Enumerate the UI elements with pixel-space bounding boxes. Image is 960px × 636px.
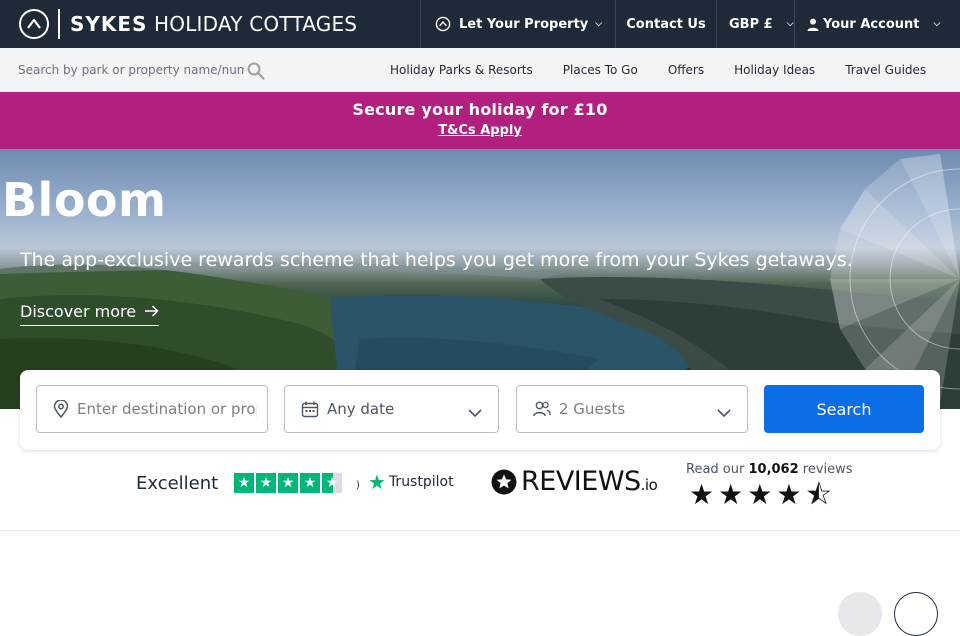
- trustpilot-stars[interactable]: ★ ★ ★ ★ ★: [234, 473, 344, 493]
- nav-contact-label: Contact Us: [626, 16, 706, 32]
- hero-title: Bloom: [2, 173, 167, 227]
- discover-more-link[interactable]: Discover more: [20, 302, 160, 326]
- reviews-strip: Excellent ★ ★ ★ ★ ★ ) ★ Trustpilot REVIE…: [0, 450, 960, 531]
- search-icon[interactable]: [247, 62, 265, 84]
- house-circle-icon: [435, 16, 451, 32]
- nav-let-your-property[interactable]: Let Your Property ⌵: [420, 0, 615, 48]
- guests-value: 2 Guests: [559, 400, 626, 418]
- half-star-icon: ⯪: [805, 478, 832, 511]
- trustpilot-rating-label: Excellent: [136, 473, 219, 494]
- currency-selector[interactable]: GBP £ ⌵: [716, 0, 794, 48]
- chevron-down-icon: ⌵: [933, 19, 941, 29]
- arrow-right-icon: [145, 302, 159, 321]
- reviewsio-wordmark: REVIEWS.io: [521, 466, 658, 497]
- chevron-down-icon: ⌵: [786, 19, 794, 29]
- trustpilot-logo-text: Trustpilot: [388, 474, 454, 490]
- subnav-travel-guides[interactable]: Travel Guides: [845, 63, 926, 77]
- carousel-prev-button[interactable]: [838, 592, 882, 636]
- search-button[interactable]: Search: [764, 385, 924, 433]
- category-links: Holiday Parks & Resorts Places To Go Off…: [390, 63, 926, 77]
- star-icon: ★: [747, 478, 773, 511]
- destination-field[interactable]: [36, 385, 268, 433]
- nav-your-account[interactable]: Your Account ⌵: [794, 0, 960, 48]
- trustpilot-star-icon: ★: [256, 473, 276, 493]
- hero-subtitle: The app-exclusive rewards scheme that he…: [20, 249, 853, 271]
- reviewsio-stars: ★ ★ ★ ★ ⯪: [689, 480, 836, 510]
- read-reviews-text[interactable]: Read our 10,062 reviews: [686, 462, 853, 477]
- trustpilot-separator: ): [356, 480, 360, 491]
- subnav-holiday-parks[interactable]: Holiday Parks & Resorts: [390, 63, 533, 77]
- users-icon: [533, 401, 551, 417]
- discover-more-label: Discover more: [20, 302, 137, 321]
- subnav-holiday-ideas[interactable]: Holiday Ideas: [734, 63, 815, 77]
- chevron-down-icon: ⌵: [595, 19, 603, 29]
- property-search-input[interactable]: [18, 62, 244, 77]
- promo-title: Secure your holiday for £10: [352, 100, 608, 119]
- brand-divider: [58, 9, 60, 39]
- brand-name: SYKES HOLIDAY COTTAGES: [70, 12, 358, 36]
- promo-terms-link[interactable]: T&Cs Apply: [438, 123, 522, 138]
- chevron-down-icon: [468, 403, 482, 422]
- promo-banner: Secure your holiday for £10 T&Cs Apply: [0, 92, 960, 149]
- top-navigation: SYKES HOLIDAY COTTAGES Let Your Property…: [0, 0, 960, 48]
- secondary-navigation: Holiday Parks & Resorts Places To Go Off…: [0, 48, 960, 92]
- nav-account-label: Your Account: [823, 16, 920, 32]
- holiday-search-panel: Any date 2 Guests Search: [20, 370, 940, 450]
- trustpilot-star-icon: ★: [300, 473, 320, 493]
- trustpilot-star-icon: ★: [278, 473, 298, 493]
- property-search: [0, 48, 270, 92]
- brand-logo[interactable]: SYKES HOLIDAY COTTAGES: [0, 0, 420, 48]
- trustpilot-logo[interactable]: ★ Trustpilot: [368, 472, 454, 492]
- reviewsio-logo[interactable]: REVIEWS.io: [491, 466, 658, 497]
- trustpilot-logo-star-icon: ★: [368, 470, 386, 494]
- date-field[interactable]: Any date: [284, 385, 499, 433]
- trustpilot-star-icon: ★: [234, 473, 254, 493]
- review-count: 10,062: [748, 462, 799, 477]
- star-icon: ★: [689, 478, 715, 511]
- guests-field[interactable]: 2 Guests: [516, 385, 748, 433]
- destination-input[interactable]: [77, 400, 257, 418]
- reviewsio-badge-icon: [491, 469, 517, 495]
- nav-contact-us[interactable]: Contact Us: [615, 0, 716, 48]
- nav-let-label: Let Your Property: [459, 16, 589, 32]
- compass-logo-icon: [19, 9, 49, 39]
- date-value: Any date: [327, 400, 395, 418]
- calendar-icon: [301, 401, 319, 418]
- user-icon: [807, 18, 819, 31]
- star-icon: ★: [718, 478, 744, 511]
- subnav-offers[interactable]: Offers: [668, 63, 704, 77]
- trustpilot-half-star-icon: ★: [322, 473, 342, 493]
- currency-label: GBP £: [729, 16, 773, 32]
- subnav-places-to-go[interactable]: Places To Go: [563, 63, 638, 77]
- map-pin-icon: [53, 400, 69, 418]
- chevron-down-icon: [717, 403, 731, 422]
- carousel-next-button[interactable]: [894, 592, 938, 636]
- star-icon: ★: [776, 478, 802, 511]
